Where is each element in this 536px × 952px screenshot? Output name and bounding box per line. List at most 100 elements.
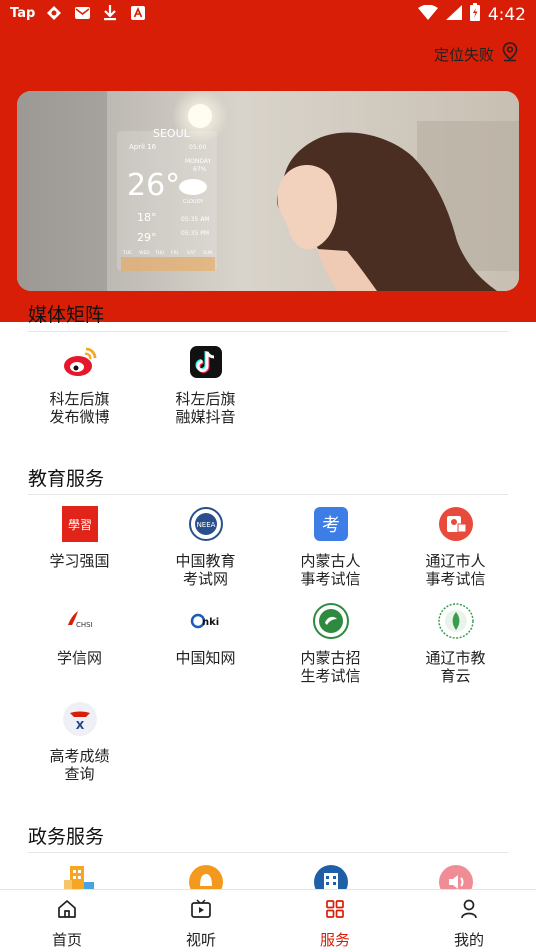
forecast-day: SAT <box>187 250 196 256</box>
tab-home[interactable]: 首页 <box>0 890 134 952</box>
banner-date: April 16 <box>129 143 157 151</box>
banner-temp: 26° <box>127 168 180 203</box>
kao-icon: 考 <box>313 506 349 542</box>
edu-label-line1: 高考成绩 <box>49 747 110 765</box>
svg-text:CHSI: CHSI <box>76 621 93 629</box>
svg-text:X: X <box>75 719 84 732</box>
edu-label-line1: 通辽市教 <box>425 649 486 667</box>
xuexi-qiangguo-icon: 學習 <box>61 506 98 542</box>
download-icon <box>101 4 119 22</box>
app-a-icon <box>129 4 147 22</box>
banner-sunset: 05:35 PM <box>181 230 209 237</box>
neea-icon: NEEA <box>188 506 224 542</box>
forecast-day: SUN <box>203 250 213 256</box>
edu-item-chsi[interactable]: CHSI 学信网 <box>17 603 142 667</box>
edu-label-line1: 学信网 <box>56 649 102 667</box>
edu-item-nm-personnel[interactable]: 考 内蒙古人 事考试信 <box>268 506 393 588</box>
building-icon <box>62 864 98 889</box>
wifi-icon <box>417 4 438 25</box>
banner-low: 18° <box>137 211 157 224</box>
signal-icon <box>445 4 462 25</box>
tongliao-exam-icon <box>438 506 474 542</box>
douyin-icon <box>188 344 224 380</box>
gov-item[interactable] <box>143 864 268 889</box>
edu-label-line2: 考试网 <box>182 570 228 588</box>
forecast-day: FRI <box>171 250 178 256</box>
speaker-icon <box>438 864 474 889</box>
tab-label: 视听 <box>185 931 216 949</box>
svg-text:考: 考 <box>322 515 340 536</box>
media-item-douyin[interactable]: 科左后旗 融媒抖音 <box>143 344 268 426</box>
location-icon <box>500 42 520 66</box>
svg-text:NEEA: NEEA <box>196 521 215 529</box>
gov-item[interactable] <box>17 864 142 889</box>
tab-label: 服务 <box>319 931 350 949</box>
gaokao-score-icon: X <box>62 701 98 737</box>
edu-label-line1: 内蒙古招 <box>300 649 361 667</box>
location-label: 定位失败 <box>433 45 494 64</box>
section-divider <box>28 852 508 853</box>
edu-label-line1: 内蒙古人 <box>300 552 361 570</box>
edu-label-line2: 查询 <box>64 765 95 783</box>
edu-item-tongliao-personnel[interactable]: 通辽市人 事考试信 <box>393 506 518 588</box>
edu-label-line1: 通辽市人 <box>425 552 486 570</box>
video-icon <box>190 898 212 924</box>
gov-item[interactable] <box>393 864 518 889</box>
edu-label-line1: 中国教育 <box>175 552 236 570</box>
office-icon <box>313 864 349 889</box>
section-title-government: 政务服务 <box>28 826 105 848</box>
banner-image: SEOUL April 16 05:00 MONDAY 67% 26° CLOU… <box>17 91 519 291</box>
gov-item[interactable] <box>268 864 393 889</box>
nm-admission-icon <box>312 603 349 639</box>
tab-label: 首页 <box>51 931 82 949</box>
status-bar: Tap 4:42 <box>0 0 536 28</box>
tab-video[interactable]: 视听 <box>134 890 268 952</box>
banner-city: SEOUL <box>153 127 191 140</box>
edu-item-tongliao-edu[interactable]: 通辽市教 育云 <box>393 603 518 685</box>
battery-icon <box>469 3 480 26</box>
clock-time: 4:42 <box>487 4 526 25</box>
banner-sunrise: 05:35 AM <box>181 216 209 223</box>
bottom-tab-bar: 首页 视听 服务 我的 <box>0 889 536 952</box>
edu-item-cnki[interactable]: nki 中国知网 <box>143 603 268 667</box>
section-divider <box>28 331 508 332</box>
forecast-day: WED <box>139 250 150 256</box>
forecast-day: THU <box>154 250 164 256</box>
home-icon <box>56 898 78 924</box>
edu-item-nm-admission[interactable]: 内蒙古招 生考试信 <box>268 603 393 685</box>
banner-condition: CLOUDY <box>183 199 204 205</box>
forecast-day: TUE <box>122 250 132 256</box>
person-icon <box>458 898 480 924</box>
banner-high: 29° <box>137 231 157 244</box>
svg-text:學習: 學習 <box>67 518 91 532</box>
edu-label-line2: 事考试信 <box>300 570 361 588</box>
cnki-icon: nki <box>188 603 224 639</box>
grid-icon <box>324 898 346 924</box>
tab-mine[interactable]: 我的 <box>402 890 536 952</box>
edu-label-line2: 育云 <box>440 667 471 685</box>
media-item-weibo[interactable]: 科左后旗 发布微博 <box>17 344 142 426</box>
bell-icon <box>188 864 224 889</box>
mail-icon <box>73 4 91 22</box>
media-label-line1: 科左后旗 <box>175 390 236 408</box>
svg-text:nki: nki <box>202 617 219 628</box>
edu-item-gaokao[interactable]: X 高考成绩 查询 <box>17 701 142 783</box>
edu-label-line1: 中国知网 <box>175 649 236 667</box>
banner-carousel[interactable]: SEOUL April 16 05:00 MONDAY 67% 26° CLOU… <box>17 91 519 291</box>
location-button[interactable]: 定位失败 <box>434 42 520 66</box>
chsi-icon: CHSI <box>62 603 98 639</box>
edu-item-xuexi[interactable]: 學習 学习强国 <box>17 506 142 570</box>
tab-service[interactable]: 服务 <box>268 890 402 952</box>
tab-label: 我的 <box>453 931 484 949</box>
edu-label-line2: 生考试信 <box>300 667 361 685</box>
weibo-icon <box>62 344 98 380</box>
banner-humidity: 67% <box>193 166 207 173</box>
section-title-education: 教育服务 <box>28 468 105 490</box>
edu-label-line2: 事考试信 <box>425 570 486 588</box>
sync-icon <box>45 4 63 22</box>
media-label-line2: 发布微博 <box>49 408 110 426</box>
banner-time-small: 05:00 <box>189 144 206 151</box>
media-label-line2: 融媒抖音 <box>175 408 236 426</box>
section-title-media: 媒体矩阵 <box>28 304 105 326</box>
edu-item-neea[interactable]: NEEA 中国教育 考试网 <box>143 506 268 588</box>
